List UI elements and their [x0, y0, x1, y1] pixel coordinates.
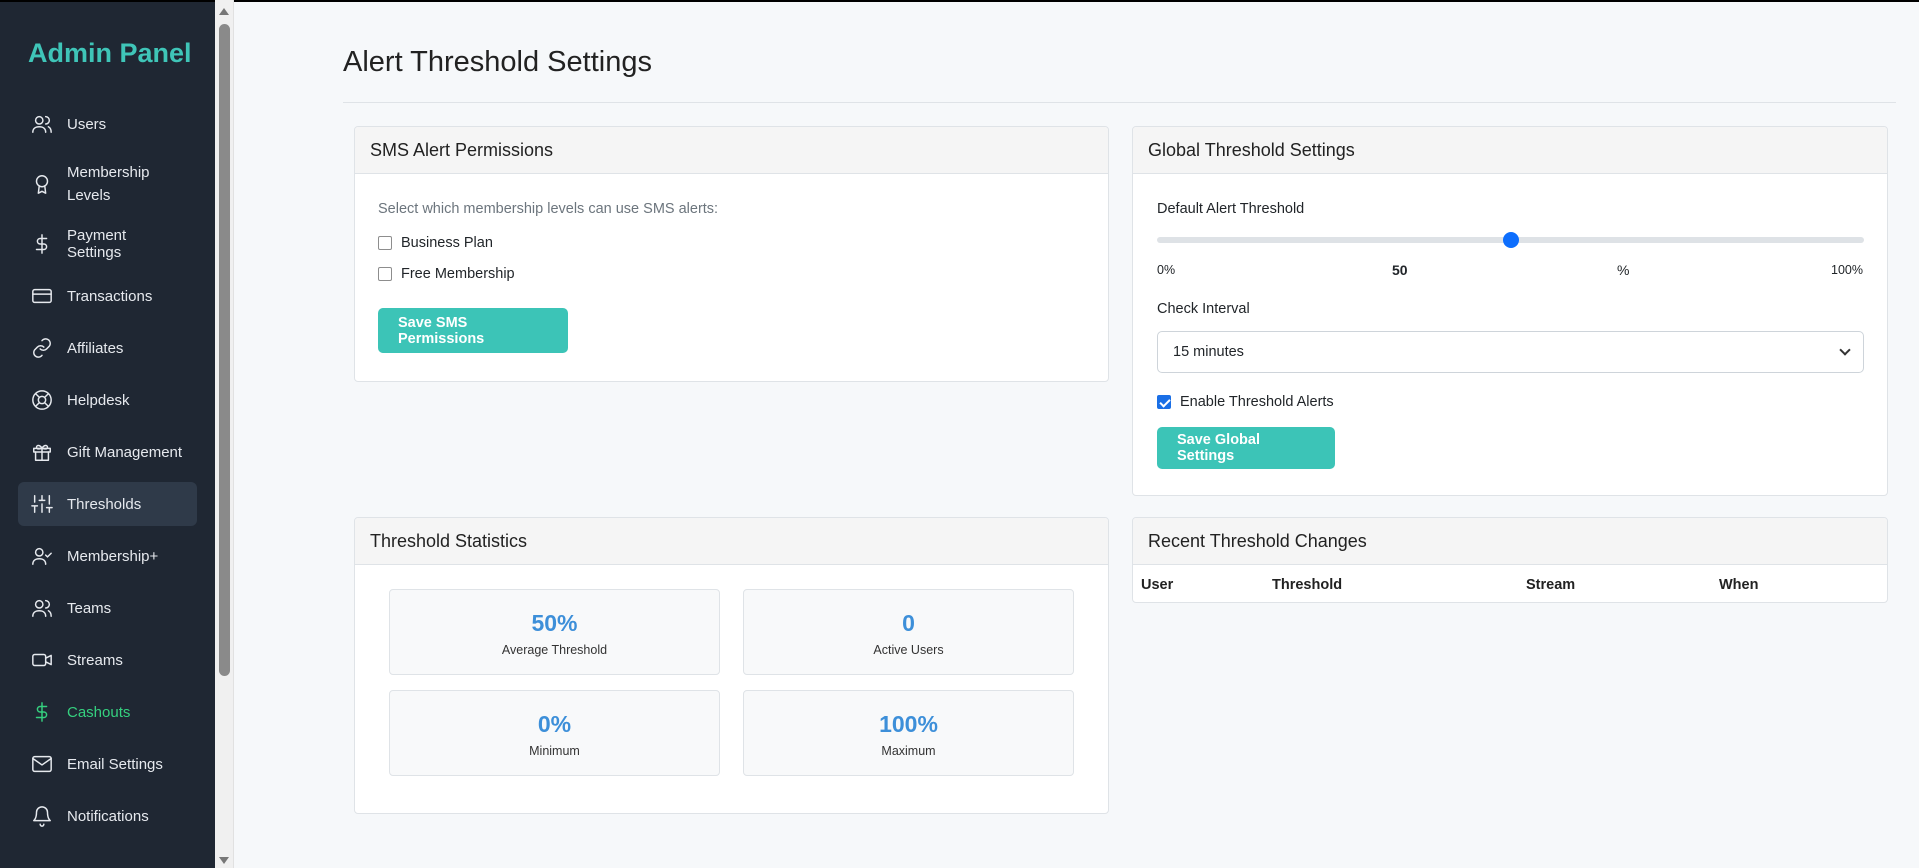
sidebar-item-gift-management[interactable]: Gift Management: [18, 430, 197, 474]
users-icon: [31, 113, 53, 135]
global-settings-card: Global Threshold Settings Default Alert …: [1132, 126, 1888, 496]
sms-option-business-plan[interactable]: Business Plan: [378, 233, 1085, 253]
sidebar-item-notifications[interactable]: Notifications: [18, 794, 197, 838]
threshold-statistics-card: Threshold Statistics 50% Average Thresho…: [354, 517, 1109, 814]
sms-option-free-membership[interactable]: Free Membership: [378, 264, 1085, 284]
sidebar-item-label: Thresholds: [67, 495, 142, 513]
sidebar-item-label: Membership Levels: [67, 164, 150, 204]
sidebar-item-label: Streams: [67, 651, 123, 669]
mail-icon: [31, 753, 53, 775]
sidebar-item-label: Users: [67, 115, 107, 133]
sidebar-item-cashouts[interactable]: Cashouts: [18, 690, 197, 734]
user-check-icon: [31, 545, 53, 567]
sms-description: Select which membership levels can use S…: [378, 201, 719, 217]
video-icon: [31, 649, 53, 671]
scroll-up-arrow[interactable]: [219, 8, 229, 15]
sliders-icon: [31, 493, 53, 515]
enable-threshold-alerts-row[interactable]: Enable Threshold Alerts: [1157, 392, 1334, 412]
check-interval-select[interactable]: 15 minutes: [1157, 331, 1864, 373]
sidebar-item-streams[interactable]: Streams: [18, 638, 197, 682]
team-icon: [31, 597, 53, 619]
sidebar-item-helpdesk[interactable]: Helpdesk: [18, 378, 197, 422]
business-plan-checkbox[interactable]: [378, 236, 392, 250]
threshold-slider-thumb[interactable]: [1502, 232, 1519, 248]
card-title: Threshold Statistics: [355, 518, 1108, 565]
dollar-icon: [31, 701, 53, 723]
option-label: Free Membership: [401, 266, 515, 282]
sidebar-item-label: Teams: [67, 599, 112, 617]
sidebar-item-label: Notifications: [67, 807, 149, 825]
bell-icon: [31, 805, 53, 827]
sidebar-item-users[interactable]: Users: [18, 102, 197, 146]
card-title: Global Threshold Settings: [1133, 127, 1887, 174]
enable-threshold-alerts-checkbox[interactable]: [1157, 395, 1171, 409]
sidebar-item-teams[interactable]: Teams: [18, 586, 197, 630]
stat-active-users: 0 Active Users: [743, 589, 1074, 675]
stat-maximum: 100% Maximum: [743, 690, 1074, 776]
sidebar-item-label: Gift Management: [67, 443, 183, 461]
enable-threshold-alerts-label: Enable Threshold Alerts: [1180, 394, 1334, 410]
link-icon: [31, 337, 53, 359]
sidebar-item-email-settings[interactable]: Email Settings: [18, 742, 197, 786]
stat-value: 100%: [879, 711, 938, 737]
stat-label: Maximum: [881, 744, 936, 758]
sidebar-item-label: Helpdesk: [67, 391, 130, 409]
column-header-when: When: [1719, 577, 1759, 593]
stat-value: 0%: [537, 711, 572, 737]
slider-max-label: 100%: [1831, 263, 1863, 277]
award-icon: [31, 173, 53, 195]
stat-label: Minimum: [529, 744, 580, 758]
lifebuoy-icon: [31, 389, 53, 411]
sidebar-item-label: Affiliates: [67, 339, 124, 357]
stat-label: Active Users: [873, 643, 944, 657]
title-divider: [343, 102, 1896, 103]
option-label: Business Plan: [401, 235, 493, 251]
scroll-down-arrow[interactable]: [219, 857, 229, 864]
sidebar-item-thresholds[interactable]: Thresholds: [18, 482, 197, 526]
card-title: SMS Alert Permissions: [355, 127, 1108, 174]
sidebar-item-label: Payment Settings: [67, 227, 127, 261]
page-title: Alert Threshold Settings: [343, 46, 652, 78]
sidebar-item-label: Email Settings: [67, 755, 163, 773]
stat-value: 50%: [531, 610, 578, 636]
check-interval-value: 15 minutes: [1173, 344, 1244, 360]
sidebar-item-transactions[interactable]: Transactions: [18, 274, 197, 318]
sidebar-item-payment-settings[interactable]: Payment Settings: [18, 222, 197, 266]
sidebar-item-affiliates[interactable]: Affiliates: [18, 326, 197, 370]
sidebar: Admin Panel Users Membership Levels Paym…: [0, 0, 215, 868]
sidebar-item-membership-plus[interactable]: Membership+: [18, 534, 197, 578]
default-threshold-label: Default Alert Threshold: [1157, 201, 1305, 217]
recent-changes-table-header: User Threshold Stream When: [1133, 565, 1887, 602]
sms-permissions-card: SMS Alert Permissions Select which membe…: [354, 126, 1109, 382]
column-header-threshold: Threshold: [1272, 577, 1343, 593]
stat-average-threshold: 50% Average Threshold: [389, 589, 720, 675]
sidebar-nav: Users Membership Levels Payment Settings…: [0, 102, 215, 838]
sidebar-item-membership-levels[interactable]: Membership Levels: [18, 154, 197, 214]
scrollbar-thumb[interactable]: [219, 24, 230, 676]
column-header-user: User: [1141, 577, 1174, 593]
stat-value: 0: [902, 610, 915, 636]
slider-unit-label: %: [1617, 262, 1630, 278]
sidebar-item-label: Cashouts: [67, 703, 131, 721]
credit-card-icon: [31, 285, 53, 307]
column-header-stream: Stream: [1526, 577, 1576, 593]
sidebar-item-label: Transactions: [67, 287, 153, 305]
check-interval-label: Check Interval: [1157, 301, 1250, 317]
sidebar-item-label: Membership+: [67, 547, 159, 565]
save-global-settings-button[interactable]: Save Global Settings: [1157, 427, 1335, 469]
save-sms-permissions-button[interactable]: Save SMS Permissions: [378, 308, 568, 353]
stat-label: Average Threshold: [501, 643, 608, 657]
recent-changes-card: Recent Threshold Changes User Threshold …: [1132, 517, 1888, 603]
brand-title[interactable]: Admin Panel: [0, 2, 215, 102]
main-content: Alert Threshold Settings SMS Alert Permi…: [234, 0, 1919, 868]
free-membership-checkbox[interactable]: [378, 267, 392, 281]
stat-minimum: 0% Minimum: [389, 690, 720, 776]
card-title: Recent Threshold Changes: [1133, 518, 1887, 565]
slider-value-label: 50: [1392, 262, 1408, 278]
chevron-down-icon: [1839, 344, 1851, 356]
sidebar-scrollbar[interactable]: [215, 0, 234, 868]
dollar-icon: [31, 233, 53, 255]
gift-icon: [31, 441, 53, 463]
slider-min-label: 0%: [1157, 263, 1176, 277]
